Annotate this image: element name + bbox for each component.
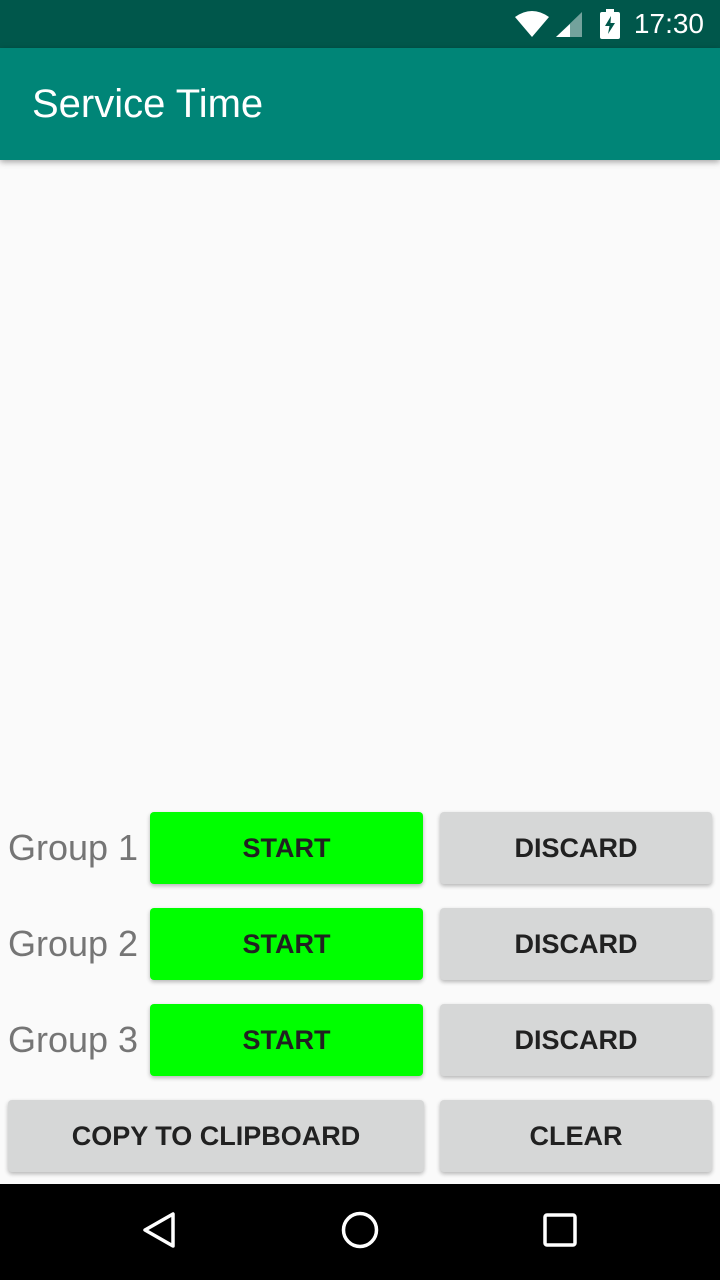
copy-to-clipboard-button[interactable]: COPY TO CLIPBOARD — [8, 1100, 424, 1172]
cell-signal-icon — [554, 10, 584, 38]
discard-button[interactable]: DISCARD — [440, 812, 712, 884]
battery-charging-icon — [599, 9, 620, 39]
start-button[interactable]: START — [150, 908, 423, 980]
clear-button[interactable]: CLEAR — [440, 1100, 712, 1172]
navigation-bar — [0, 1184, 720, 1280]
status-time: 17:30 — [633, 8, 704, 39]
discard-button[interactable]: DISCARD — [440, 1004, 712, 1076]
back-icon — [140, 1210, 180, 1254]
recents-icon — [540, 1210, 580, 1254]
app-bar: Service Time — [0, 48, 720, 160]
group-label: Group 2 — [8, 923, 139, 964]
group-label: Group 3 — [8, 1019, 139, 1060]
group-label: Group 1 — [8, 827, 139, 868]
start-button[interactable]: START — [150, 812, 423, 884]
group-row-2: Group 2 START DISCARD — [0, 908, 720, 980]
recents-button[interactable] — [500, 1184, 620, 1280]
back-button[interactable] — [100, 1184, 220, 1280]
status-icons: 17:30 — [514, 0, 704, 48]
app-title: Service Time — [32, 82, 264, 126]
main-content: Group 1 START DISCARD Group 2 START DISC… — [0, 160, 720, 1184]
home-button[interactable] — [300, 1184, 420, 1280]
wifi-icon — [514, 10, 550, 38]
group-row-3: Group 3 START DISCARD — [0, 1004, 720, 1076]
discard-button[interactable]: DISCARD — [440, 908, 712, 980]
status-bar: 17:30 — [0, 0, 720, 48]
home-icon — [340, 1210, 380, 1254]
start-button[interactable]: START — [150, 1004, 423, 1076]
group-row-1: Group 1 START DISCARD — [0, 812, 720, 884]
